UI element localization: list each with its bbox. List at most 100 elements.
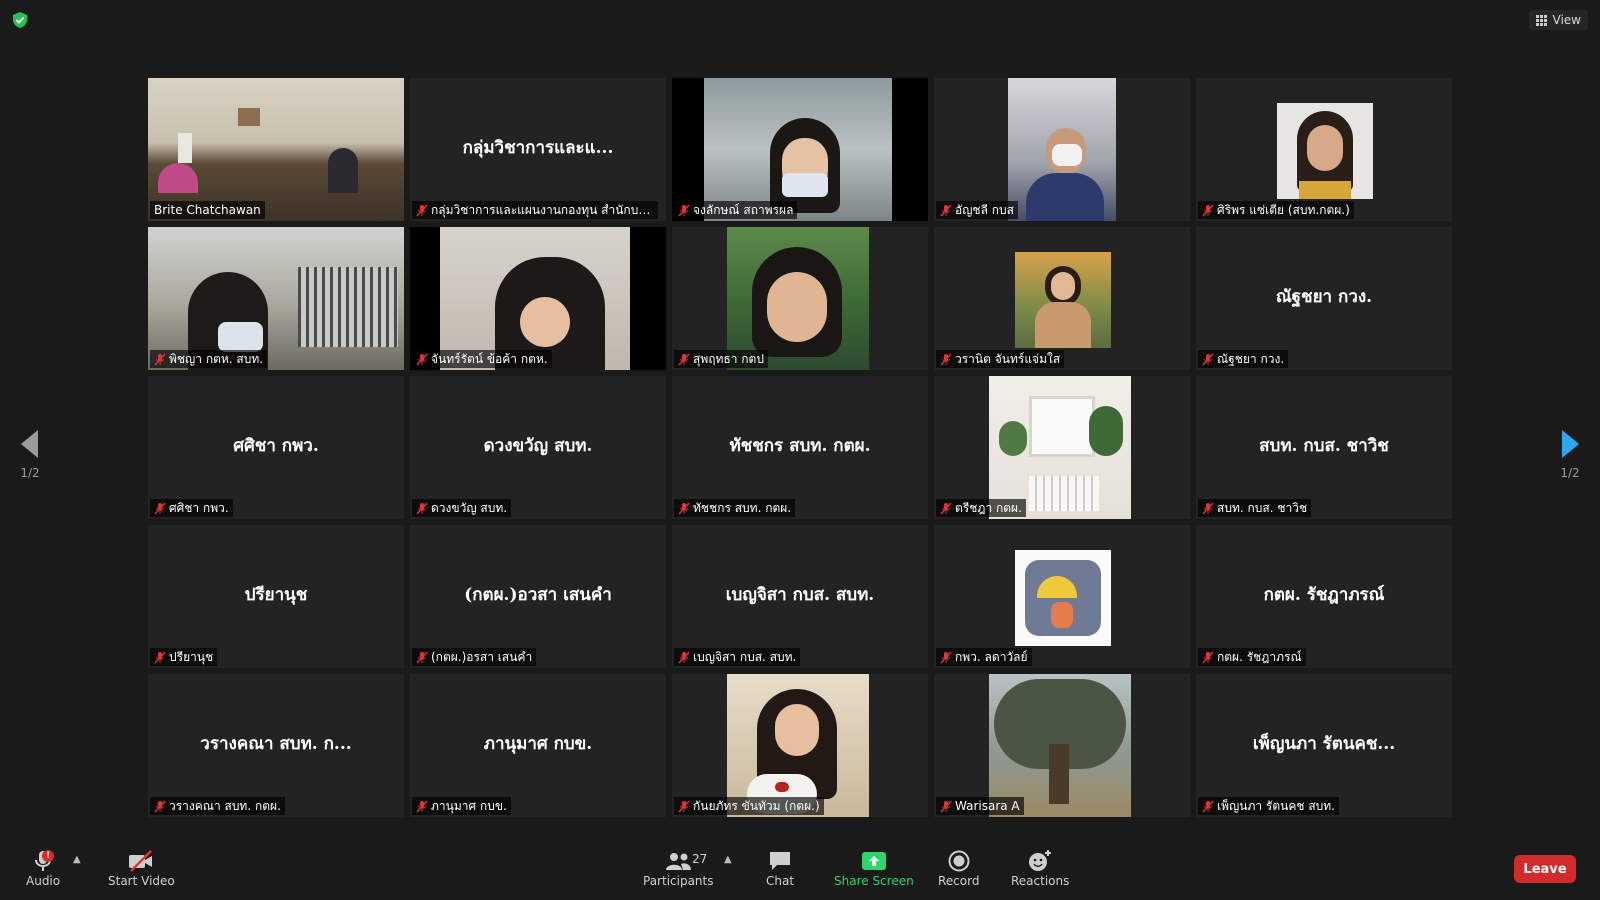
participant-name-tag: เบญจิสา กบส. สบท. <box>674 648 801 666</box>
participant-display-name: สบท. กบส. ชาวิช <box>1259 435 1389 456</box>
participant-tile[interactable]: สบท. กบส. ชาวิช สบท. กบส. ชาวิช <box>1196 376 1452 519</box>
reactions-button[interactable]: Reactions <box>1011 848 1069 888</box>
participant-name: พิชญา กตห. สบท. <box>169 351 264 366</box>
participant-name-tag: Warisara A <box>936 797 1024 815</box>
reactions-label: Reactions <box>1011 874 1070 888</box>
participant-tile[interactable]: วรางคณา สบท. ก... วรางคณา สบท. กตผ. <box>148 674 404 817</box>
muted-mic-icon <box>678 203 690 217</box>
share-screen-label: Share Screen <box>834 874 914 888</box>
next-page-button[interactable]: 1/2 <box>1555 430 1585 480</box>
muted-mic-icon <box>1202 799 1214 813</box>
leave-button[interactable]: Leave <box>1514 855 1576 883</box>
participants-count: 27 <box>692 852 708 866</box>
smiley-plus-icon <box>1029 850 1052 871</box>
participant-name: ดวงขวัญ สบท. <box>431 500 508 515</box>
participant-name: วรางคณา สบท. กตผ. <box>169 798 281 813</box>
participant-name-tag: วรางคณา สบท. กตผ. <box>150 797 285 815</box>
participant-tile[interactable]: ศศิชา กพว. ศศิชา กพว. <box>148 376 404 519</box>
left-arrow-icon <box>21 430 38 458</box>
participant-name: กตผ. รัชฎาภรณ์ <box>1217 649 1302 664</box>
participant-name-tag: ปรียานุช <box>150 648 218 666</box>
muted-mic-icon <box>940 203 952 217</box>
participant-name-tag: กันยภัทร ขันทัวม (กตผ.) <box>674 797 824 815</box>
view-button[interactable]: View <box>1528 10 1588 30</box>
participant-name-tag: กตผ. รัชฎาภรณ์ <box>1198 648 1306 666</box>
participant-name: ภานุมาศ กบข. <box>431 798 507 813</box>
participant-tile[interactable]: สุพฤทธา กตป <box>672 227 928 370</box>
chat-label: Chat <box>766 874 795 888</box>
participant-tile[interactable]: เพ็ญนภา รัตนคช... เพ็ญนภา รัตนคช สบท. <box>1196 674 1452 817</box>
participant-tile[interactable]: อัญชลี กบส <box>934 78 1190 221</box>
participant-tile[interactable]: จันทร์รัตน์ ข้อค้า กตห. <box>410 227 666 370</box>
participant-tile[interactable]: วรานิต จันทร์แจ่มใส <box>934 227 1190 370</box>
participant-video <box>410 227 666 370</box>
participants-options-caret[interactable]: ▲ <box>724 854 732 865</box>
participant-avatar <box>1015 252 1111 348</box>
participant-name: Warisara A <box>955 799 1020 813</box>
participant-display-name: กตผ. รัชฎาภรณ์ <box>1263 584 1385 605</box>
share-screen-icon <box>861 852 886 870</box>
participant-tile[interactable]: (กตผ.)อวสา เสนคำ (กตผ.)อรสา เสนคำ <box>410 525 666 668</box>
audio-options-caret[interactable]: ▲ <box>73 854 81 865</box>
participants-label: Participants <box>643 874 714 888</box>
participant-name-tag: ศศิชา กพว. <box>150 499 233 517</box>
participant-name-tag: วรานิต จันทร์แจ่มใส <box>936 350 1065 368</box>
audio-label: Audio <box>26 874 61 888</box>
muted-mic-icon <box>940 650 952 664</box>
muted-mic-icon <box>154 650 166 664</box>
participant-name-tag: อัญชลี กบส <box>936 201 1018 219</box>
participant-tile[interactable]: กตผ. รัชฎาภรณ์ กตผ. รัชฎาภรณ์ <box>1196 525 1452 668</box>
participant-tile[interactable]: Warisara A <box>934 674 1190 817</box>
chat-button[interactable]: Chat <box>766 848 794 888</box>
previous-page-button[interactable]: 1/2 <box>15 430 45 480</box>
muted-mic-icon <box>416 799 428 813</box>
participant-avatar <box>1015 550 1111 646</box>
participant-tile[interactable]: ณัฐชยา กวง. ณัฐชยา กวง. <box>1196 227 1452 370</box>
participant-avatar <box>727 674 869 817</box>
participant-tile[interactable]: ตรีชฎา กตผ. <box>934 376 1190 519</box>
muted-mic-icon <box>678 352 690 366</box>
start-video-button[interactable]: Start Video <box>108 848 175 888</box>
participant-display-name: ภานุมาศ กบข. <box>483 733 593 754</box>
chat-icon <box>770 852 791 870</box>
participant-tile[interactable]: กลุ่มวิชาการและแ... กลุ่มวิชาการและแผนงา… <box>410 78 666 221</box>
participant-tile[interactable]: เบญจิสา กบส. สบท. เบญจิสา กบส. สบท. <box>672 525 928 668</box>
participant-tile[interactable]: กันยภัทร ขันทัวม (กตผ.) <box>672 674 928 817</box>
participant-display-name: วรางคณา สบท. ก... <box>200 733 352 754</box>
participant-tile[interactable]: กพว. ลดาวัลย์ <box>934 525 1190 668</box>
participant-tile[interactable]: ภานุมาศ กบข. ภานุมาศ กบข. <box>410 674 666 817</box>
participants-icon <box>666 853 692 870</box>
muted-mic-icon <box>154 799 166 813</box>
participant-name-tag: ดวงขวัญ สบท. <box>412 499 512 517</box>
participant-tile[interactable]: จงลักษณ์ สถาพรผล <box>672 78 928 221</box>
page-indicator-right: 1/2 <box>1560 466 1580 480</box>
participant-name: สบท. กบส. ชาวิช <box>1217 500 1308 515</box>
muted-mic-icon <box>154 352 166 366</box>
participant-name: วรานิต จันทร์แจ่มใส <box>955 351 1061 366</box>
participant-tile[interactable]: ดวงขวัญ สบท. ดวงขวัญ สบท. <box>410 376 666 519</box>
muted-mic-icon <box>940 352 952 366</box>
muted-mic-icon <box>416 501 428 515</box>
participant-avatar <box>989 674 1131 817</box>
participant-video <box>672 78 928 221</box>
participant-tile[interactable]: ทัชชกร สบท. กตผ. ทัชชกร สบท. กตผ. <box>672 376 928 519</box>
muted-mic-icon <box>678 501 690 515</box>
participant-name-tag: กพว. ลดาวัลย์ <box>936 648 1032 666</box>
participant-tile[interactable]: ศิริพร แซ่เตีย (สบท.กตผ.) <box>1196 78 1452 221</box>
participant-avatar <box>1277 103 1373 199</box>
muted-mic-icon <box>1202 650 1214 664</box>
video-off-icon <box>129 850 153 872</box>
participant-tile[interactable]: ปรียานุช ปรียานุช <box>148 525 404 668</box>
participant-name: ศศิชา กพว. <box>169 500 229 515</box>
participant-name: ศิริพร แซ่เตีย (สบท.กตผ.) <box>1217 202 1350 217</box>
participant-tile[interactable]: Brite Chatchawan <box>148 78 404 221</box>
share-screen-button[interactable]: Share Screen <box>834 848 914 888</box>
participant-display-name: ศศิชา กพว. <box>233 435 319 456</box>
record-button[interactable]: Record <box>938 848 979 888</box>
record-label: Record <box>938 874 980 888</box>
participant-display-name: ปรียานุช <box>244 584 308 605</box>
participant-tile[interactable]: พิชญา กตห. สบท. <box>148 227 404 370</box>
security-shield-icon[interactable] <box>11 11 29 29</box>
participant-name: กันยภัทร ขันทัวม (กตผ.) <box>693 798 820 813</box>
participant-video <box>727 227 869 370</box>
